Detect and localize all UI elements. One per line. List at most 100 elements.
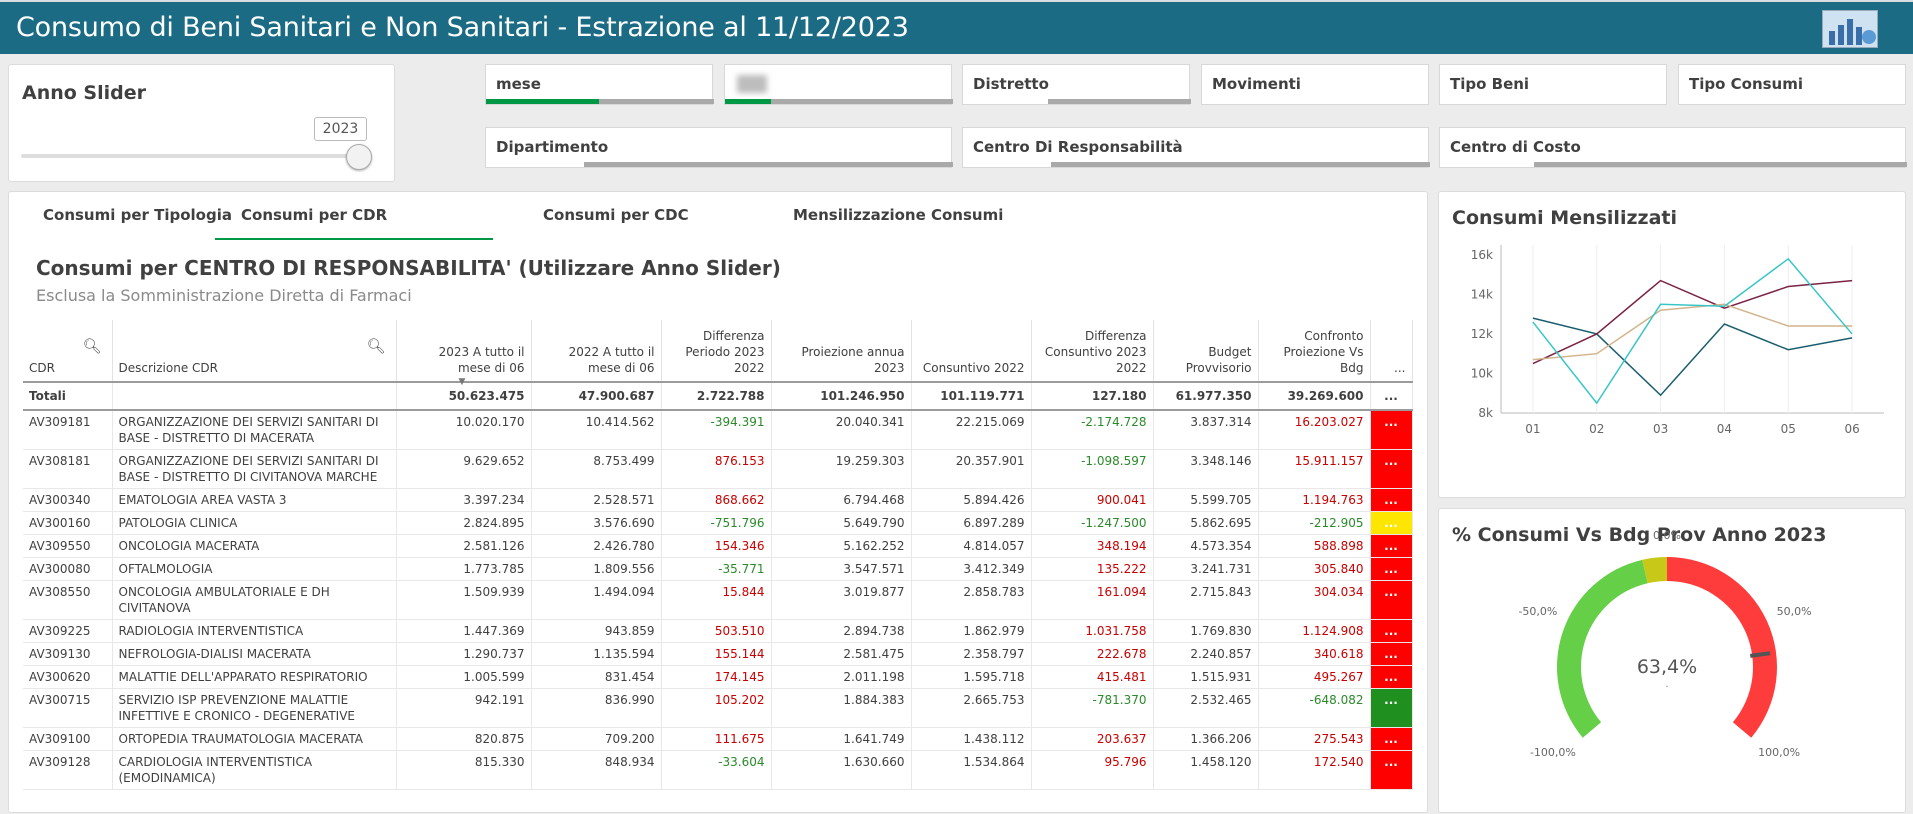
totals-cell: ... [1370, 382, 1413, 411]
col-header-proiezione[interactable]: Proiezione annua 2023 [771, 320, 912, 383]
value-cell: 2.358.797 [911, 642, 1032, 666]
value-cell: 1.194.763 [1258, 488, 1371, 512]
value-cell: 1.366.206 [1153, 727, 1259, 751]
status-indicator-red: ... [1370, 488, 1413, 512]
tab-consumi-cdc[interactable]: Consumi per CDC [543, 206, 689, 238]
table-row[interactable]: AV309181 ORGANIZZAZIONE DEI SERVIZI SANIT… [23, 410, 1413, 450]
value-cell: 1.124.908 [1258, 619, 1371, 643]
value-cell: 20.357.901 [911, 449, 1032, 489]
gauge-segment-0 [1557, 559, 1648, 738]
slider-track[interactable] [21, 154, 366, 158]
totals-cell: 101.246.950 [771, 382, 912, 411]
filter-centro-costo[interactable]: Centro di Costo [1439, 127, 1907, 168]
series-line-3[interactable] [1532, 303, 1853, 361]
cdr-table: CDR 🔍︎ Descrizione CDR 🔍︎ 2023 A tutto il … [23, 320, 1413, 790]
blurred-label [737, 75, 767, 93]
col-header-confronto[interactable]: Confronto Proiezione Vs Bdg [1258, 320, 1371, 383]
status-indicator-red: ... [1370, 410, 1413, 450]
value-cell: 836.990 [531, 688, 662, 728]
line-chart[interactable]: 8k 10k 12k 14k 16k 01 02 03 04 05 06 [1439, 192, 1907, 499]
cdr-description: ONCOLOGIA MACERATA [112, 534, 397, 558]
col-header-consuntivo[interactable]: Consuntivo 2022 [911, 320, 1032, 383]
status-indicator-red: ... [1370, 665, 1413, 689]
value-cell: 5.894.426 [911, 488, 1032, 512]
tab-consumi-cdr[interactable]: Consumi per CDR [215, 206, 494, 240]
cdr-code: AV309181 [23, 410, 113, 450]
search-icon[interactable]: 🔍︎ [82, 338, 101, 354]
value-cell: 876.153 [661, 449, 772, 489]
gauge-tick-label: 50,0% [1777, 605, 1812, 618]
table-row[interactable]: AV309100 ORTOPEDIA TRAUMATOLOGIA MACERATA… [23, 727, 1413, 751]
filter-label: Tipo Beni [1450, 75, 1530, 93]
filter-label: mese [496, 75, 541, 93]
search-icon[interactable]: 🔍︎ [366, 338, 385, 354]
value-cell: 2.824.895 [396, 511, 532, 535]
value-cell: 848.934 [531, 750, 662, 790]
col-header-budget[interactable]: Budget Provvisorio [1153, 320, 1259, 383]
table-row[interactable]: AV309550 ONCOLOGIA MACERATA 2.581.126 2.426… [23, 534, 1413, 558]
value-cell: 709.200 [531, 727, 662, 751]
value-cell: 1.630.660 [771, 750, 912, 790]
table-header-row: CDR 🔍︎ Descrizione CDR 🔍︎ 2023 A tutto il … [23, 320, 1413, 387]
status-indicator-red: ... [1370, 642, 1413, 666]
value-cell: 95.796 [1031, 750, 1154, 790]
filter-mese[interactable]: mese [485, 64, 714, 105]
series-line-4[interactable] [1532, 257, 1853, 405]
col-header-2023[interactable]: 2023 A tutto il mese di 06 ▼ [396, 320, 532, 387]
cdr-code: AV309225 [23, 619, 113, 643]
cdr-description: SERVIZIO ISP PREVENZIONE MALATTIE INFETT… [112, 688, 397, 728]
value-cell: 10.020.170 [396, 410, 532, 450]
value-cell: 5.649.790 [771, 511, 912, 535]
value-cell: 4.814.057 [911, 534, 1032, 558]
cdr-code: AV308550 [23, 580, 113, 620]
filter-centro-responsabilita[interactable]: Centro Di Responsabilità [962, 127, 1430, 168]
table-row[interactable]: AV300160 PATOLOGIA CLINICA 2.824.895 3.576.… [23, 511, 1413, 535]
status-indicator-red: ... [1370, 449, 1413, 489]
value-cell: 348.194 [1031, 534, 1154, 558]
value-cell: 154.346 [661, 534, 772, 558]
table-row[interactable]: AV300620 MALATTIE DELL'APPARATO RESPIRATO… [23, 665, 1413, 689]
table-row[interactable]: AV300340 EMATOLOGIA AREA VASTA 3 3.397.234… [23, 488, 1413, 512]
filter-distretto[interactable]: Distretto [962, 64, 1191, 105]
tab-consumi-tipologia[interactable]: Consumi per Tipologia [43, 206, 232, 238]
filter-tipo-beni[interactable]: Tipo Beni [1439, 64, 1667, 105]
totals-cell: 47.900.687 [531, 382, 662, 411]
value-cell: -781.370 [1031, 688, 1154, 728]
filter-label: Distretto [973, 75, 1049, 93]
col-header-diff-consuntivo[interactable]: Differenza Consuntivo 2023 2022 [1031, 320, 1154, 383]
filter-tipo-consumi[interactable]: Tipo Consumi [1678, 64, 1906, 105]
col-header-2022[interactable]: 2022 A tutto il mese di 06 [531, 320, 662, 383]
table-row[interactable]: AV308181 ORGANIZZAZIONE DEI SERVIZI SANIT… [23, 449, 1413, 489]
col-header-more[interactable]: ... [1370, 320, 1413, 383]
line-chart-card: Consumi Mensilizzati 8k 10k 12k 14k 16k 01 02 0… [1438, 191, 1906, 498]
table-row[interactable]: AV308550 ONCOLOGIA AMBULATORIALE E DH CIV… [23, 580, 1413, 620]
filter-label: Movimenti [1212, 75, 1301, 93]
gauge-tick-label: -100,0% [1530, 746, 1576, 759]
col-header-descrizione[interactable]: Descrizione CDR 🔍︎ [112, 320, 397, 383]
table-row[interactable]: AV309225 RADIOLOGIA INTERVENTISTICA 1.447.… [23, 619, 1413, 643]
col-header-cdr[interactable]: CDR 🔍︎ [23, 320, 113, 383]
tab-mensilizzazione[interactable]: Mensilizzazione Consumi [793, 206, 1003, 238]
cdr-description: RADIOLOGIA INTERVENTISTICA [112, 619, 397, 643]
value-cell: -648.082 [1258, 688, 1371, 728]
chart-logo-icon [1822, 10, 1878, 48]
cdr-description: ORGANIZZAZIONE DEI SERVIZI SANITARI DI B… [112, 449, 397, 489]
cdr-code: AV300160 [23, 511, 113, 535]
totals-cell: 61.977.350 [1153, 382, 1259, 411]
x-tick-label: 01 [1525, 422, 1540, 436]
value-cell: 1.135.594 [531, 642, 662, 666]
filter-movimenti[interactable]: Movimenti [1201, 64, 1429, 105]
table-row[interactable]: AV300715 SERVIZIO ISP PREVENZIONE MALATTI… [23, 688, 1413, 728]
series-line-2[interactable] [1532, 279, 1853, 365]
filter-dipartimento[interactable]: Dipartimento [485, 127, 953, 168]
gauge-chart[interactable]: 63,4%. -100,0% -50,0% 0,0% 50,0% 100,0% [1439, 509, 1907, 814]
value-cell: 5.599.705 [1153, 488, 1259, 512]
status-indicator-red: ... [1370, 727, 1413, 751]
filter-blurred[interactable] [724, 64, 953, 105]
table-row[interactable]: AV309128 CARDIOLOGIA INTERVENTISTICA (EMO… [23, 750, 1413, 790]
value-cell: 3.547.571 [771, 557, 912, 581]
table-row[interactable]: AV309130 NEFROLOGIA-DIALISI MACERATA 1.290… [23, 642, 1413, 666]
col-header-diff-periodo[interactable]: Differenza Periodo 2023 2022 [661, 320, 772, 383]
table-row[interactable]: AV300080 OFTALMOLOGIA 1.773.785 1.809.556 -3… [23, 557, 1413, 581]
slider-thumb[interactable] [346, 144, 372, 170]
